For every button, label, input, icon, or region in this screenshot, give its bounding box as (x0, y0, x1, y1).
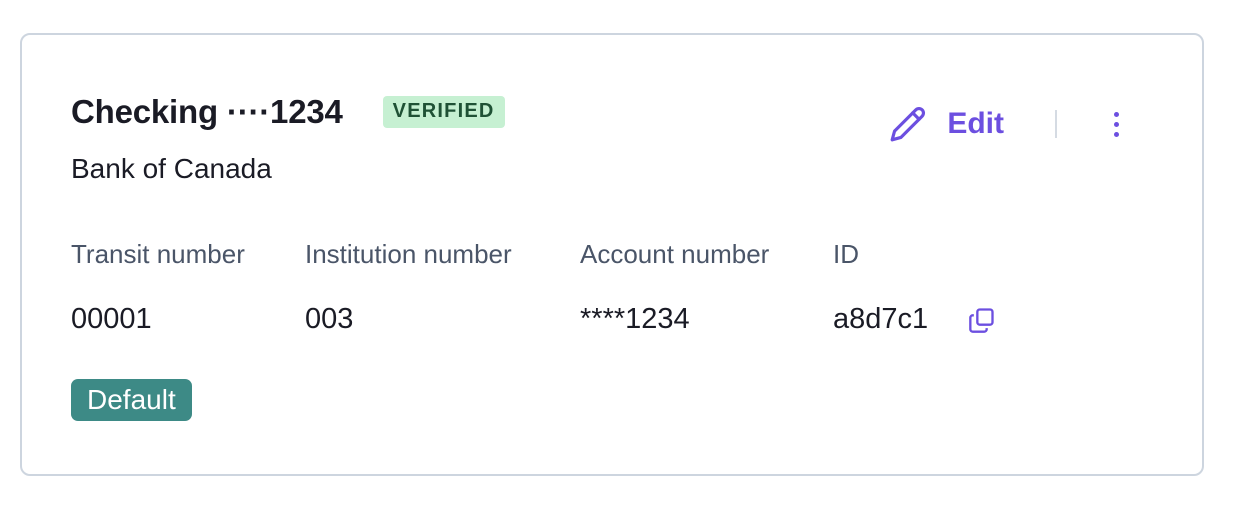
field-value: a8d7c1 (833, 303, 996, 336)
default-badge: Default (71, 379, 192, 421)
field-institution-number: Institution number 003 (305, 239, 512, 336)
field-label: ID (833, 239, 859, 269)
institution-number-value: 003 (305, 303, 354, 335)
edit-button[interactable]: Edit (889, 105, 1004, 143)
field-label: Transit number (71, 239, 245, 269)
account-title: Checking ····1234 (71, 93, 343, 130)
more-vertical-icon (1113, 111, 1119, 117)
field-transit-number: Transit number 00001 (71, 239, 245, 336)
pencil-icon (890, 106, 926, 142)
more-options-button[interactable] (1104, 109, 1128, 139)
field-value: 003 (305, 303, 512, 336)
field-label: Account number (580, 239, 770, 269)
bank-name: Bank of Canada (71, 153, 272, 184)
account-number-value: ****1234 (580, 303, 690, 335)
field-value: ****1234 (580, 303, 769, 336)
verified-badge: VERIFIED (382, 96, 505, 128)
divider (1055, 110, 1057, 138)
bank-account-card: Checking ····1234 VERIFIED Bank of Canad… (20, 33, 1204, 476)
edit-label: Edit (947, 107, 1004, 140)
field-account-number: Account number ****1234 (580, 239, 769, 336)
card-actions: Edit (889, 105, 1128, 143)
account-title-row: Checking ····1234 VERIFIED (71, 93, 505, 131)
copy-icon[interactable] (968, 306, 996, 334)
field-value: 00001 (71, 303, 245, 336)
field-id: ID a8d7c1 (833, 239, 996, 336)
field-label: Institution number (305, 239, 512, 269)
id-value: a8d7c1 (833, 303, 929, 335)
transit-number-value: 00001 (71, 303, 152, 335)
